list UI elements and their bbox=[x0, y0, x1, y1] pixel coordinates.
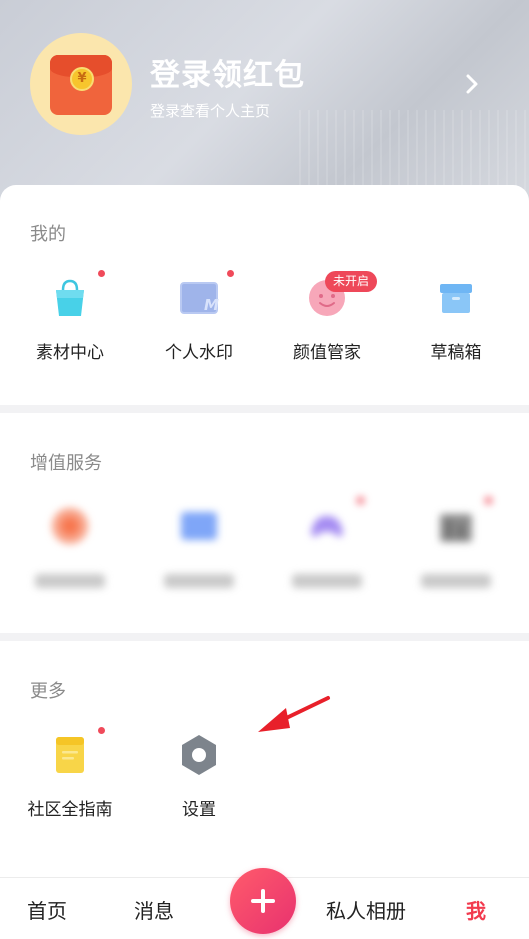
settings-label: 设置 bbox=[182, 800, 216, 820]
archive-box-icon bbox=[440, 284, 472, 313]
material-center-item[interactable]: 素材中心 bbox=[10, 276, 130, 363]
blurred-service-icon bbox=[440, 514, 472, 542]
notification-dot bbox=[485, 497, 492, 504]
tab-home[interactable]: 首页 bbox=[27, 895, 67, 924]
shopping-bag-icon bbox=[56, 279, 84, 316]
blurred-service-item[interactable] bbox=[139, 504, 259, 588]
personal-watermark-label: 个人水印 bbox=[165, 343, 233, 363]
blurred-service-item[interactable] bbox=[10, 504, 130, 588]
drafts-label: 草稿箱 bbox=[430, 343, 482, 363]
login-title[interactable]: 登录领红包 bbox=[150, 50, 305, 94]
chevron-right-icon[interactable] bbox=[460, 72, 484, 96]
tab-me[interactable]: 我 bbox=[466, 895, 486, 924]
coin-icon: ¥ bbox=[70, 67, 94, 91]
blurred-service-label bbox=[164, 574, 234, 588]
blurred-service-label bbox=[292, 574, 362, 588]
red-envelope-icon: ¥ bbox=[50, 55, 112, 115]
blurred-service-label bbox=[421, 574, 491, 588]
notification-dot bbox=[357, 497, 364, 504]
notebook-icon bbox=[56, 737, 84, 773]
watermark-icon: M bbox=[180, 282, 219, 314]
login-subtitle: 登录查看个人主页 bbox=[150, 102, 271, 120]
community-guide-item[interactable]: 社区全指南 bbox=[10, 733, 130, 820]
blurred-service-icon bbox=[181, 512, 217, 540]
beauty-manager-label: 颜值管家 bbox=[293, 343, 361, 363]
blurred-service-icon bbox=[52, 508, 88, 544]
mine-section-title: 我的 bbox=[30, 224, 66, 245]
blurred-service-item[interactable] bbox=[267, 504, 387, 588]
status-badge: 未开启 bbox=[325, 271, 378, 292]
create-plus-button[interactable] bbox=[230, 868, 296, 934]
gear-icon bbox=[182, 735, 216, 775]
more-section-title: 更多 bbox=[30, 681, 66, 702]
annotation-arrow-icon bbox=[258, 696, 330, 732]
avatar[interactable]: ¥ bbox=[30, 33, 132, 135]
blurred-service-icon bbox=[311, 516, 343, 537]
tab-private-album[interactable]: 私人相册 bbox=[326, 895, 406, 924]
notification-dot bbox=[98, 727, 105, 734]
material-center-label: 素材中心 bbox=[36, 343, 104, 363]
notification-dot bbox=[98, 270, 105, 277]
personal-watermark-item[interactable]: M 个人水印 bbox=[139, 276, 259, 363]
community-guide-label: 社区全指南 bbox=[27, 800, 113, 820]
svg-text:M: M bbox=[204, 296, 219, 314]
settings-item[interactable]: 设置 bbox=[139, 733, 259, 820]
blurred-service-label bbox=[35, 574, 105, 588]
value-services-title: 增值服务 bbox=[30, 453, 102, 474]
drafts-item[interactable]: 草稿箱 bbox=[396, 276, 516, 363]
blurred-service-item[interactable] bbox=[396, 504, 516, 588]
notification-dot bbox=[227, 270, 234, 277]
tab-messages[interactable]: 消息 bbox=[134, 895, 174, 924]
